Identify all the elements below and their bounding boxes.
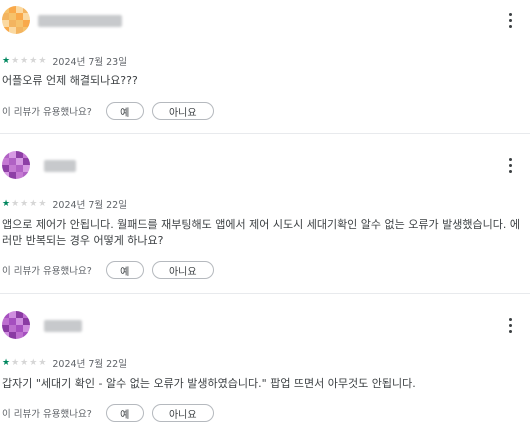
star-icon: ★ [29, 358, 38, 368]
review-meta: ★ ★ ★ ★ ★ 2024년 7월 22일 [2, 356, 127, 370]
more-options-button[interactable] [500, 313, 520, 337]
review-header [0, 307, 530, 343]
divider [0, 133, 530, 134]
helpful-no-button[interactable]: 아니요 [151, 102, 214, 120]
review-text: 갑자기 "세대기 확인 - 알수 없는 오류가 발생하였습니다." 팝업 뜨면서… [2, 377, 416, 390]
helpful-prompt: 이 리뷰가 유용했나요? 예 아니요 [2, 100, 214, 122]
helpful-question: 이 리뷰가 유용했나요? [2, 409, 92, 420]
star-rating: ★ ★ ★ ★ ★ [2, 199, 46, 209]
reviewer-name-blurred [44, 320, 82, 332]
helpful-yes-button[interactable]: 예 [105, 102, 144, 120]
reviewer-name-blurred [44, 160, 76, 172]
star-icon: ★ [29, 199, 38, 209]
review-date: 2024년 7월 23일 [52, 57, 127, 68]
star-rating: ★ ★ ★ ★ ★ [2, 358, 46, 368]
helpful-prompt: 이 리뷰가 유용했나요? 예 아니요 [2, 402, 214, 424]
review-meta: ★ ★ ★ ★ ★ 2024년 7월 23일 [2, 54, 127, 68]
star-icon: ★ [20, 358, 29, 368]
star-icon: ★ [2, 56, 11, 66]
star-icon: ★ [38, 56, 47, 66]
helpful-question: 이 리뷰가 유용했나요? [2, 107, 92, 118]
helpful-prompt: 이 리뷰가 유용했나요? 예 아니요 [2, 259, 214, 281]
more-vert-icon [508, 157, 512, 161]
more-options-button[interactable] [500, 153, 520, 177]
reviewer-name-blurred [38, 15, 122, 27]
review-text: 앱으로 제어가 안됩니다. 월패드를 재부팅해도 앱에서 제어 시도시 세대기확… [2, 218, 520, 247]
more-options-button[interactable] [500, 8, 520, 32]
star-icon: ★ [2, 199, 11, 209]
review-date: 2024년 7월 22일 [52, 359, 127, 370]
helpful-no-button[interactable]: 아니요 [151, 261, 214, 279]
star-icon: ★ [2, 358, 11, 368]
helpful-yes-button[interactable]: 예 [105, 261, 144, 279]
star-icon: ★ [11, 358, 20, 368]
avatar [2, 311, 30, 339]
star-icon: ★ [29, 56, 38, 66]
helpful-yes-button[interactable]: 예 [105, 404, 144, 422]
star-icon: ★ [38, 199, 47, 209]
review-meta: ★ ★ ★ ★ ★ 2024년 7월 22일 [2, 197, 127, 211]
review-header [0, 147, 530, 183]
avatar [2, 151, 30, 179]
star-icon: ★ [11, 56, 20, 66]
review-text: 어플오류 언제 해결되나요??? [2, 74, 138, 87]
avatar [2, 6, 30, 34]
star-icon: ★ [20, 199, 29, 209]
review-date: 2024년 7월 22일 [52, 200, 127, 211]
more-vert-icon [508, 12, 512, 16]
star-icon: ★ [11, 199, 20, 209]
star-icon: ★ [20, 56, 29, 66]
star-rating: ★ ★ ★ ★ ★ [2, 56, 46, 66]
helpful-question: 이 리뷰가 유용했나요? [2, 266, 92, 277]
divider [0, 293, 530, 294]
helpful-no-button[interactable]: 아니요 [151, 404, 214, 422]
more-vert-icon [508, 317, 512, 321]
star-icon: ★ [38, 358, 47, 368]
review-header [0, 2, 530, 38]
